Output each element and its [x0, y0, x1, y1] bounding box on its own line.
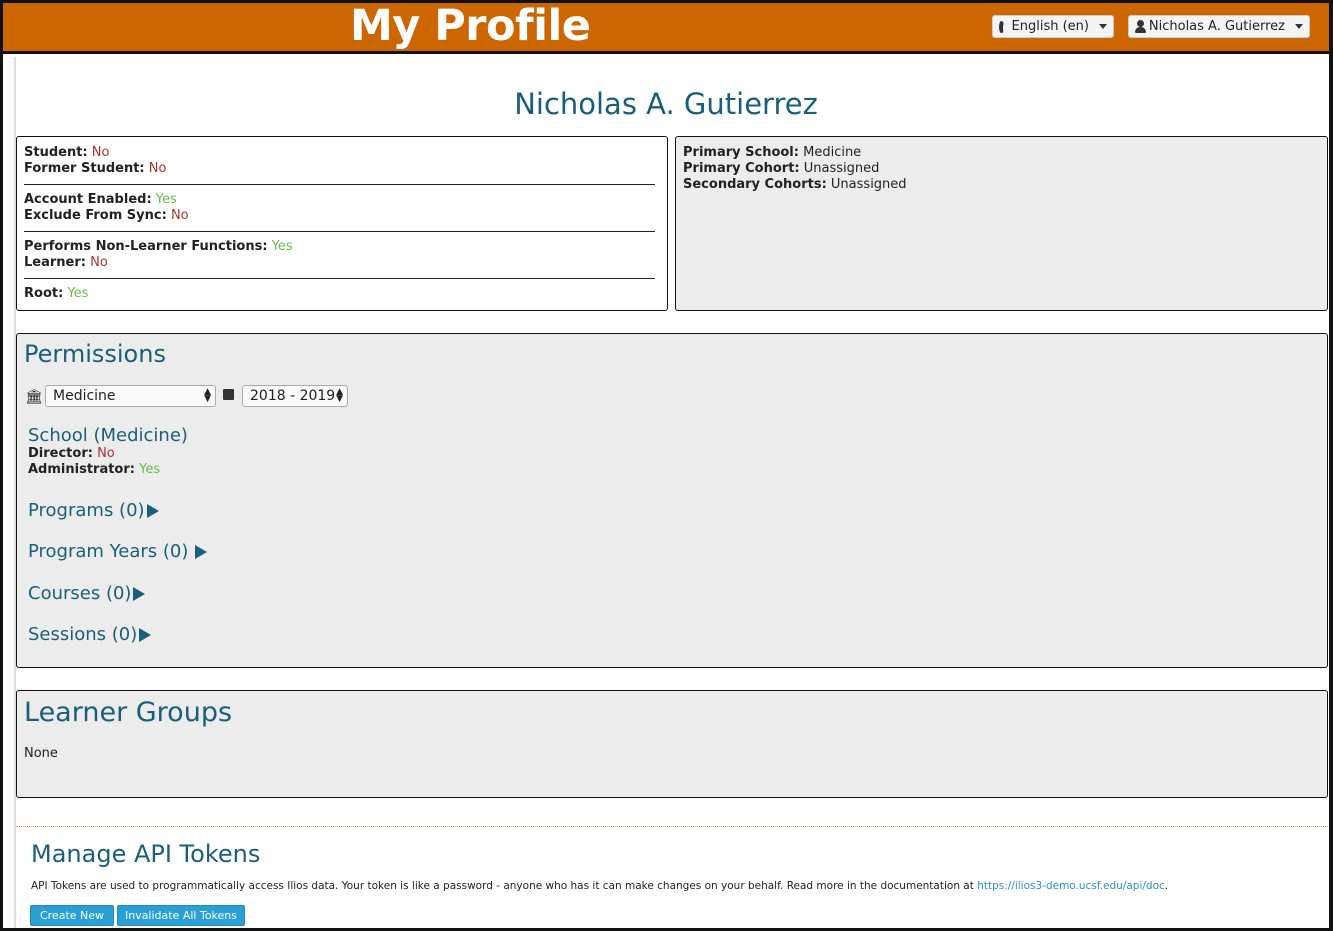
exclude-sync-value: No — [170, 208, 189, 223]
api-tokens-period: . — [1164, 880, 1169, 892]
select-arrows-icon: ▲ ▼ — [204, 387, 211, 404]
programs-label: Programs (0) — [28, 500, 145, 521]
primary-cohort-label: Primary Cohort: — [683, 161, 800, 176]
user-icon — [1135, 20, 1146, 33]
exclude-sync-label: Exclude From Sync: — [24, 208, 167, 223]
primary-cohort-value: Unassigned — [803, 161, 880, 176]
user-flags-box: Student: No Former Student: No Account E… — [16, 136, 668, 311]
app-frame: My Profile English (en) Nicholas A. Guti… — [0, 0, 1333, 931]
sessions-toggle[interactable]: Sessions (0) — [28, 624, 152, 645]
director-label: Director: — [28, 446, 93, 461]
non-learner-label: Performs Non-Learner Functions: — [24, 239, 268, 254]
institution-icon: 🏛 — [25, 389, 43, 405]
language-menu-button[interactable]: English (en) — [992, 15, 1114, 38]
year-select[interactable]: 2018 - 2019 ▲ ▼ — [242, 385, 348, 407]
learner-value: No — [90, 255, 108, 270]
caret-right-icon — [195, 544, 208, 559]
api-docs-link[interactable]: https://ilios3-demo.ucsf.edu/api/doc — [977, 880, 1165, 892]
calendar-icon — [223, 389, 234, 400]
learner-label: Learner: — [24, 255, 86, 270]
director-value: No — [97, 446, 115, 461]
courses-label: Courses (0) — [28, 583, 132, 604]
primary-school-label: Primary School: — [683, 145, 799, 160]
api-tokens-title: Manage API Tokens — [31, 840, 261, 868]
account-enabled-value: Yes — [155, 192, 177, 207]
root-label: Root: — [24, 286, 64, 301]
learner-groups-panel: Learner Groups None — [16, 690, 1328, 798]
courses-toggle[interactable]: Courses (0) — [28, 583, 146, 604]
divider — [24, 184, 655, 185]
api-tokens-text: API Tokens are used to programmatically … — [31, 880, 978, 892]
sidebar-edge — [6, 57, 16, 928]
former-student-value: No — [148, 161, 167, 176]
top-bar: My Profile English (en) Nicholas A. Guti… — [3, 3, 1329, 54]
school-select[interactable]: Medicine ▲ ▼ — [45, 385, 216, 407]
chevron-down-icon — [1099, 24, 1107, 29]
student-value: No — [91, 145, 110, 160]
program-years-label: Program Years (0) — [28, 541, 189, 562]
caret-right-icon — [133, 586, 146, 601]
profile-name: Nicholas A. Gutierrez — [514, 87, 818, 121]
account-enabled-label: Account Enabled: — [24, 192, 152, 207]
non-learner-value: Yes — [271, 239, 293, 254]
select-arrows-icon: ▲ ▼ — [336, 387, 343, 404]
language-label: English (en) — [1011, 19, 1089, 34]
sessions-label: Sessions (0) — [28, 624, 138, 645]
divider — [24, 231, 655, 232]
api-tokens-description: API Tokens are used to programmatically … — [31, 880, 1168, 892]
user-menu-button[interactable]: Nicholas A. Gutierrez — [1128, 15, 1310, 38]
globe-icon — [999, 20, 1009, 35]
program-years-toggle[interactable]: Program Years (0) — [28, 541, 208, 562]
learner-groups-value: None — [24, 746, 58, 761]
school-select-value: Medicine — [53, 388, 116, 404]
primary-school-value: Medicine — [803, 145, 862, 160]
secondary-cohorts-label: Secondary Cohorts: — [683, 177, 827, 192]
create-new-button[interactable]: Create New — [30, 905, 114, 926]
chevron-down-icon — [1295, 24, 1303, 29]
divider — [16, 826, 1328, 827]
secondary-cohorts-value: Unassigned — [830, 177, 907, 192]
user-menu-label: Nicholas A. Gutierrez — [1148, 19, 1285, 34]
divider — [24, 278, 655, 279]
school-heading: School (Medicine) — [28, 425, 188, 446]
school-cohort-box: Primary School: Medicine Primary Cohort:… — [675, 136, 1328, 311]
year-select-value: 2018 - 2019 — [250, 388, 336, 404]
caret-right-icon — [146, 503, 159, 518]
page-title: My Profile — [350, 1, 591, 51]
student-label: Student: — [24, 145, 88, 160]
invalidate-all-tokens-button[interactable]: Invalidate All Tokens — [117, 905, 245, 926]
permissions-panel: Permissions 🏛 Medicine ▲ ▼ 2018 - 2019 ▲ ▼… — [16, 333, 1328, 668]
former-student-label: Former Student: — [24, 161, 145, 176]
root-value: Yes — [67, 286, 89, 301]
permissions-title: Permissions — [24, 340, 166, 368]
administrator-value: Yes — [139, 462, 161, 477]
learner-groups-title: Learner Groups — [24, 697, 233, 728]
caret-right-icon — [139, 627, 152, 642]
programs-toggle[interactable]: Programs (0) — [28, 500, 159, 521]
administrator-label: Administrator: — [28, 462, 135, 477]
